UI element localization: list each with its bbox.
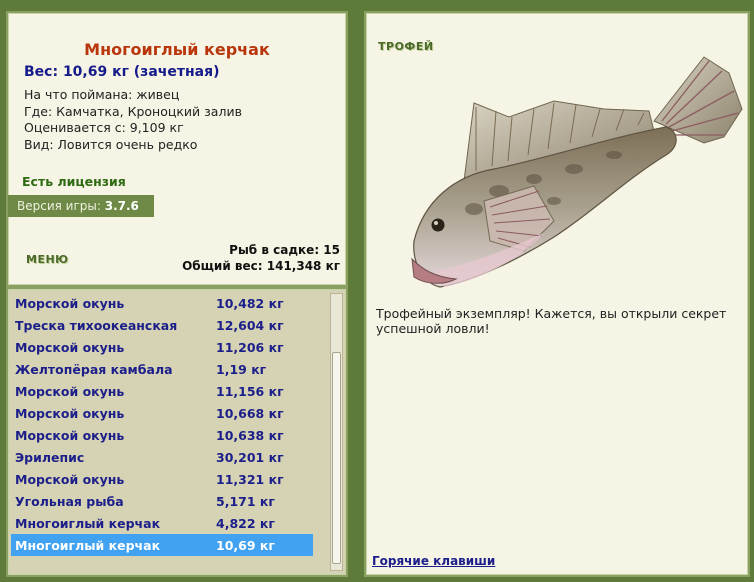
fish-image: [411, 56, 743, 288]
scrollbar-thumb[interactable]: [332, 352, 341, 564]
catch-row[interactable]: Морской окунь 10,668 кг: [11, 402, 313, 424]
catch-row[interactable]: Треска тихоокеанская 12,604 кг: [11, 314, 313, 336]
catch-row[interactable]: Морской окунь 11,321 кг: [11, 468, 313, 490]
catch-weight: 11,206 кг: [216, 340, 284, 355]
catch-weight: 4,822 кг: [216, 516, 275, 531]
menu-button[interactable]: МЕНЮ: [26, 253, 69, 266]
catch-name: Морской окунь: [15, 472, 125, 487]
catch-list-panel: Морской окунь 10,482 кг Треска тихоокеанск…: [6, 287, 348, 577]
version-bar: Версия игры: 3.7.6: [8, 195, 154, 217]
catch-weight: 11,156 кг: [216, 384, 284, 399]
catch-list-scrollbar[interactable]: [330, 293, 343, 571]
catch-row[interactable]: Желтопёрая камбала 1,19 кг: [11, 358, 313, 380]
catch-row[interactable]: Морской окунь 10,638 кг: [11, 424, 313, 446]
catch-weight: 11,321 кг: [216, 472, 284, 487]
version-value: 3.7.6: [104, 199, 139, 213]
fish-info-panel: Многоиглый керчак Вес: 10,69 кг (зачетна…: [6, 11, 348, 287]
catch-name: Морской окунь: [15, 340, 125, 355]
catch-row[interactable]: Морской окунь 10,482 кг: [11, 292, 313, 314]
keepnet-count: Рыб в садке: 15: [229, 243, 340, 257]
catch-row[interactable]: Морской окунь 11,156 кг: [11, 380, 313, 402]
catch-row[interactable]: Многоиглый керчак 4,822 кг: [11, 512, 313, 534]
catch-weight: 10,668 кг: [216, 406, 284, 421]
fish-place: Где: Камчатка, Кроноцкий залив: [24, 103, 242, 119]
catch-name: Желтопёрая камбала: [15, 362, 173, 377]
catch-weight: 12,604 кг: [216, 318, 284, 333]
catch-name: Угольная рыба: [15, 494, 124, 509]
keepnet-weight: Общий вес: 141,348 кг: [182, 259, 340, 273]
catch-row[interactable]: Многоиглый керчак 10,69 кг: [11, 534, 313, 556]
catch-row[interactable]: Морской окунь 11,206 кг: [11, 336, 313, 358]
keepnet-totals: Рыб в садке: 15 Общий вес: 141,348 кг: [182, 242, 340, 274]
catch-name: Морской окунь: [15, 406, 125, 421]
catch-weight: 1,19 кг: [216, 362, 267, 377]
catch-name: Морской окунь: [15, 296, 125, 311]
fish-bait: На что поймана: живец: [24, 87, 180, 102]
fish-details: На что поймана: живец Где: Камчатка, Кро…: [24, 87, 242, 153]
license-status: Есть лицензия: [22, 174, 126, 189]
version-label: Версия игры:: [17, 199, 101, 213]
catch-weight: 10,638 кг: [216, 428, 284, 443]
fish-weight: Вес: 10,69 кг (зачетная): [24, 64, 220, 80]
catch-name: Морской окунь: [15, 428, 125, 443]
catch-weight: 10,69 кг: [216, 538, 275, 553]
catch-row[interactable]: Эрилепис 30,201 кг: [11, 446, 313, 468]
catch-weight: 30,201 кг: [216, 450, 284, 465]
catch-row[interactable]: Угольная рыба 5,171 кг: [11, 490, 313, 512]
catch-name: Многоиглый керчак: [15, 516, 161, 531]
catch-name: Эрилепис: [15, 450, 85, 465]
hotkeys-link[interactable]: Горячие клавиши: [372, 554, 495, 568]
fish-title: Многоиглый керчак: [84, 40, 270, 59]
catch-name: Треска тихоокеанская: [15, 318, 178, 333]
trophy-message: Трофейный экземпляр! Кажется, вы открыли…: [376, 306, 727, 336]
fish-rarity: Вид: Ловится очень редко: [24, 136, 198, 152]
catch-weight: 10,482 кг: [216, 296, 284, 311]
catch-name: Многоиглый керчак: [15, 538, 161, 553]
catch-weight: 5,171 кг: [216, 494, 275, 509]
trophy-panel: ТРОФЕЙ Трофейный экземпляр! Кажется, вы …: [364, 11, 750, 577]
catch-list: Морской окунь 10,482 кг Треска тихоокеанск…: [11, 292, 313, 556]
fish-min-weight: Оценивается с: 9,109 кг: [24, 120, 184, 135]
catch-name: Морской окунь: [15, 384, 125, 399]
